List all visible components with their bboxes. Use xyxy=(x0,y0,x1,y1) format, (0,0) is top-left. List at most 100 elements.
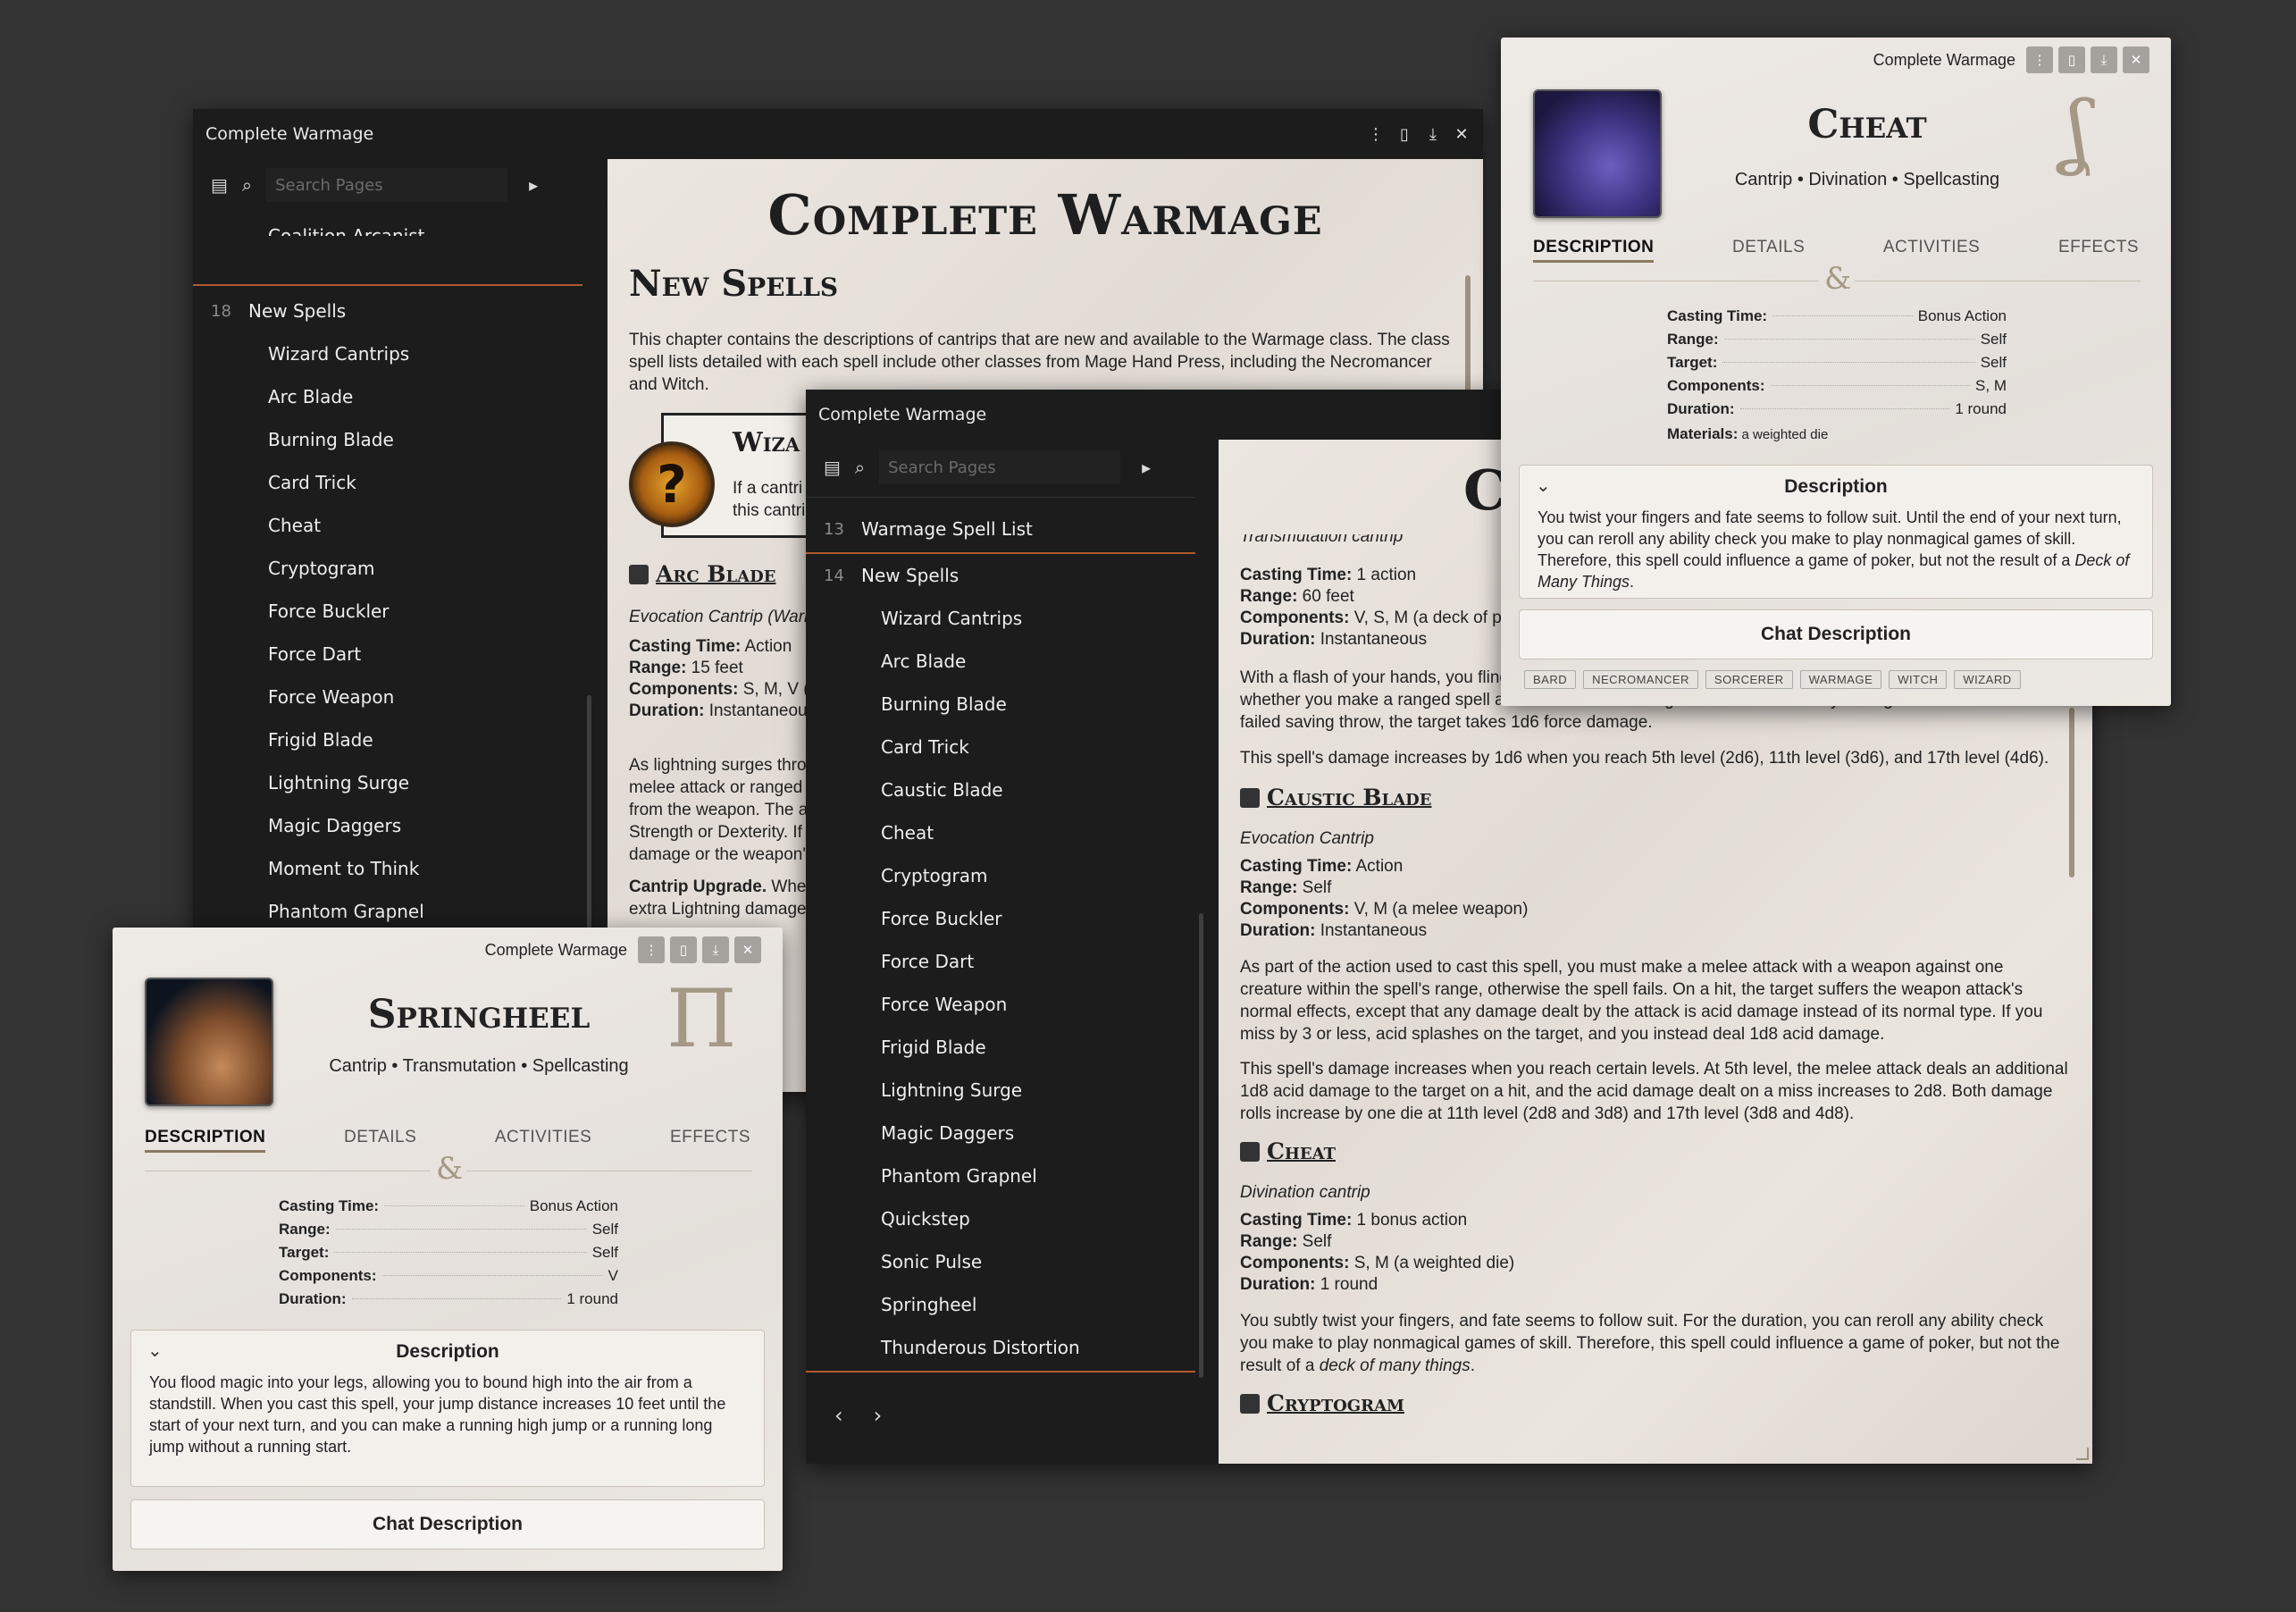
stat-row: Components: S, M xyxy=(1667,377,2007,400)
stat-value: 1 round xyxy=(1955,400,2007,417)
tree-item[interactable]: Sonic Pulse xyxy=(806,1240,1217,1283)
tab-activities[interactable]: ACTIVITIES xyxy=(495,1128,591,1153)
prev-page-button[interactable]: ‹ xyxy=(834,1403,843,1428)
tree-item[interactable]: Force Weapon xyxy=(193,676,604,718)
tree-item[interactable]: Burning Blade xyxy=(193,418,604,461)
text-line: creature within the spell's range, other… xyxy=(1240,980,2024,999)
chevron-down-icon[interactable]: ⌄ xyxy=(1536,474,1551,496)
tree-item[interactable]: Force Buckler xyxy=(193,590,604,633)
search-input[interactable] xyxy=(266,168,508,202)
tree-item[interactable]: Card Trick xyxy=(193,461,604,504)
tree-item[interactable]: Burning Blade xyxy=(806,683,1217,726)
tree-item[interactable]: Cheat xyxy=(193,504,604,547)
spell-stats: Casting Time: Bonus Action Range: Self Targe… xyxy=(279,1197,618,1314)
sidebar-scrollbar[interactable] xyxy=(1199,913,1203,1378)
tree-item[interactable]: Cryptogram xyxy=(806,854,1217,897)
tree-item[interactable]: Wizard Cantrips xyxy=(806,597,1217,640)
tree-item[interactable]: Springheel xyxy=(806,1283,1217,1326)
stat-label: Casting Time: xyxy=(1667,307,1768,324)
class-tags: BARD NECROMANCER SORCERER WARMAGE WITCH WIZAR… xyxy=(1524,670,2021,689)
tab-details[interactable]: DETAILS xyxy=(1732,238,1805,263)
stat-value: 1 round xyxy=(566,1290,618,1307)
spell-type-top: Transmutation cantrip xyxy=(1240,534,1404,546)
tree-item[interactable]: Frigid Blade xyxy=(806,1026,1217,1069)
tree-item[interactable]: Lightning Surge xyxy=(193,761,604,804)
tree-item[interactable]: Quickstep xyxy=(806,1197,1217,1240)
tree-item[interactable]: Frigid Blade xyxy=(193,718,604,761)
content-scrollbar[interactable] xyxy=(2069,708,2074,877)
tab-description[interactable]: DESCRIPTION xyxy=(145,1128,266,1153)
download-icon[interactable]: ⤓ xyxy=(1424,125,1442,144)
tab-description[interactable]: DESCRIPTION xyxy=(1533,238,1655,263)
stat-row: Range: Self xyxy=(279,1221,618,1244)
close-icon[interactable]: ✕ xyxy=(1453,125,1471,144)
tree-item[interactable]: Thunderous Distortion xyxy=(806,1326,1217,1369)
chat-description-button[interactable]: Chat Description xyxy=(1519,609,2153,659)
spell-heading-cheat: Cheat xyxy=(1240,1138,1336,1164)
text-line: from the weapon. The a xyxy=(629,801,809,819)
class-tag: WIZARD xyxy=(1954,670,2021,689)
ornament-ampersand: & xyxy=(436,1151,464,1187)
cheat-body: You subtly twist your fingers, and fate … xyxy=(1240,1312,2060,1375)
tree-item[interactable]: Lightning Surge xyxy=(806,1069,1217,1112)
tree-item[interactable]: Phantom Grapnel xyxy=(806,1154,1217,1197)
class-tag: WARMAGE xyxy=(1799,670,1882,689)
download-icon[interactable]: ⤓ xyxy=(702,936,729,963)
resize-handle[interactable] xyxy=(2076,1448,2089,1460)
stat-row: Target: Self xyxy=(279,1244,618,1267)
tab-effects[interactable]: EFFECTS xyxy=(2058,238,2139,263)
download-icon[interactable]: ⤓ xyxy=(2091,46,2117,73)
tree-item[interactable]: Cheat xyxy=(806,811,1217,854)
window-titlebar[interactable]: Complete Warmage ⋮ ▯ ⤓ ✕ xyxy=(193,109,1483,159)
next-page-button[interactable]: › xyxy=(874,1403,883,1428)
menu-icon[interactable]: ⋮ xyxy=(638,936,665,963)
tree-item-new-spells[interactable]: 14 New Spells xyxy=(806,554,1217,597)
tree-item[interactable]: Arc Blade xyxy=(806,640,1217,683)
spell-tags: Cantrip • Divination • Spellcasting xyxy=(1734,170,2000,189)
tree-item[interactable]: Wizard Cantrips xyxy=(193,332,604,375)
spell-stats: Casting Time: Action Range: 15 feet Comp… xyxy=(629,637,819,720)
tree-item[interactable]: Cryptogram xyxy=(193,547,604,590)
tree-item[interactable]: Caustic Blade xyxy=(806,768,1217,811)
tree-item[interactable]: Moment to Think xyxy=(193,847,604,890)
expand-icon[interactable]: ▸ xyxy=(1142,457,1151,478)
close-icon[interactable]: ✕ xyxy=(2123,46,2149,73)
cantrip-upgrade: Cantrip Upgrade. Wheth extra Lightning d… xyxy=(629,877,821,919)
card-titlebar[interactable]: Complete Warmage ⋮ ▯ ⤓ ✕ xyxy=(485,936,761,963)
tree-item[interactable]: Force Dart xyxy=(806,940,1217,983)
journal-icon[interactable]: ▯ xyxy=(2058,46,2085,73)
tab-details[interactable]: DETAILS xyxy=(344,1128,416,1153)
close-icon[interactable]: ✕ xyxy=(734,936,761,963)
tree-item[interactable]: Card Trick xyxy=(806,726,1217,768)
tree-divider-bottom xyxy=(806,1371,1195,1373)
expand-icon[interactable]: ▸ xyxy=(529,174,538,196)
stat-leader xyxy=(334,1252,587,1253)
journal-icon[interactable]: ▯ xyxy=(670,936,697,963)
class-tag: BARD xyxy=(1524,670,1577,689)
tree-item-new-spells[interactable]: 18 New Spells xyxy=(193,290,604,332)
chat-description-button[interactable]: Chat Description xyxy=(130,1499,765,1549)
stat-leader xyxy=(335,1229,587,1230)
tree-item-partial[interactable]: Coalition Arcanist xyxy=(193,218,604,236)
tree-item-warmage-spell-list[interactable]: 13 Warmage Spell List xyxy=(806,508,1217,550)
search-input[interactable] xyxy=(879,450,1121,484)
tree-item[interactable]: Magic Daggers xyxy=(193,804,604,847)
tree-item[interactable]: Force Buckler xyxy=(806,897,1217,940)
card-titlebar[interactable]: Complete Warmage ⋮ ▯ ⤓ ✕ xyxy=(1873,46,2149,73)
text-line: This spell's damage increases when you r… xyxy=(1240,1060,2068,1079)
tree-item[interactable]: Force Dart xyxy=(193,633,604,676)
menu-icon[interactable]: ⋮ xyxy=(2026,46,2053,73)
sidebar-toggle-icon[interactable]: ▤ xyxy=(211,174,228,196)
chevron-down-icon[interactable]: ⌄ xyxy=(147,1339,163,1361)
tree-item[interactable]: Magic Daggers xyxy=(806,1112,1217,1154)
tree-item[interactable]: Force Weapon xyxy=(806,983,1217,1026)
journal-icon[interactable]: ▯ xyxy=(1395,125,1413,144)
search-row: ▤ ⌕ ▸ xyxy=(806,441,1217,493)
spell-card-springheel: Complete Warmage ⋮ ▯ ⤓ ✕ Springheel Cant… xyxy=(113,928,783,1571)
tree-item[interactable]: Phantom Grapnel xyxy=(193,890,604,933)
tree-item[interactable]: Arc Blade xyxy=(193,375,604,418)
sidebar-toggle-icon[interactable]: ▤ xyxy=(824,457,841,478)
menu-icon[interactable]: ⋮ xyxy=(1367,125,1385,144)
tab-activities[interactable]: ACTIVITIES xyxy=(1883,238,1980,263)
tab-effects[interactable]: EFFECTS xyxy=(670,1128,750,1153)
